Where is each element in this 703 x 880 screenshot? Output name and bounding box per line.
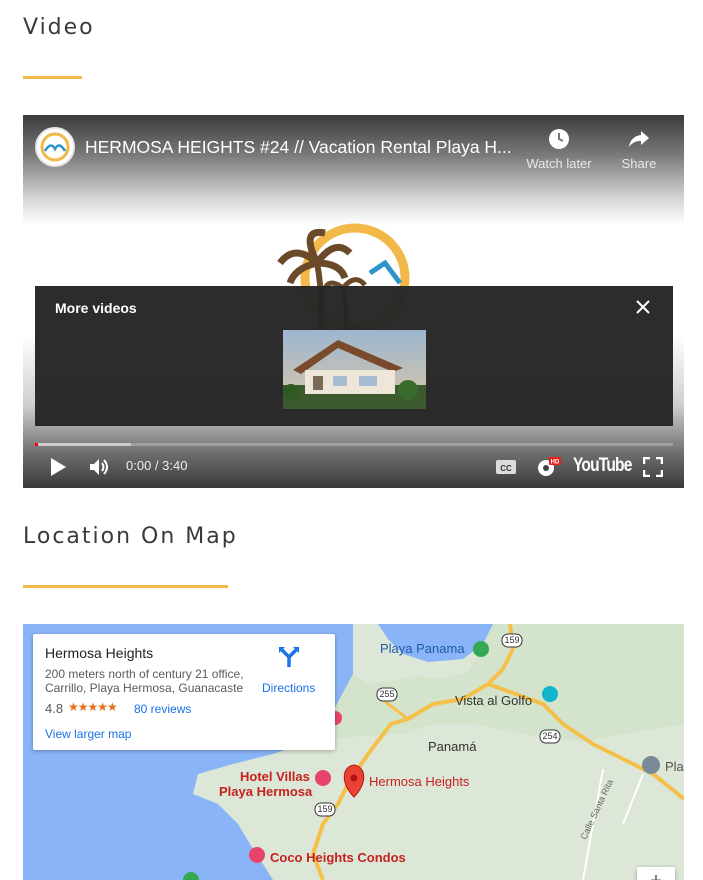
place-address: 200 meters north of century 21 office, C… xyxy=(45,667,244,695)
video-title[interactable]: HERMOSA HEIGHTS #24 // Vacation Rental P… xyxy=(85,137,512,158)
place-rating: 4.8 xyxy=(45,701,64,716)
road-shield-254: 254 xyxy=(542,731,558,741)
progress-bar[interactable] xyxy=(35,443,673,446)
directions-icon[interactable] xyxy=(278,646,300,668)
settings-hd-icon[interactable]: HD xyxy=(535,455,563,479)
road-shield-159: 159 xyxy=(504,635,520,645)
progress-buffered xyxy=(35,443,131,446)
more-videos-title: More videos xyxy=(55,300,137,316)
section-title-location: Location On Map xyxy=(23,524,238,549)
place-coco-heights[interactable]: Coco Heights Condos xyxy=(270,850,406,865)
place-info-card: Hermosa Heights 200 meters north of cent… xyxy=(33,634,335,750)
section-title-video: Video xyxy=(23,15,95,40)
road-shield-159: 159 xyxy=(317,804,333,814)
watch-later-label: Watch later xyxy=(526,156,592,171)
rating-stars: ★★★★★ xyxy=(68,700,118,714)
progress-played xyxy=(35,443,38,446)
place-pla[interactable]: Pla xyxy=(665,759,684,774)
place-name: Hermosa Heights xyxy=(45,645,154,661)
captions-icon[interactable]: CC xyxy=(495,458,517,476)
volume-icon[interactable] xyxy=(87,455,111,479)
clock-icon xyxy=(549,129,569,149)
zoom-in-button[interactable]: + xyxy=(637,867,675,880)
channel-avatar-icon[interactable] xyxy=(35,127,75,167)
place-hermosa-heights[interactable]: Hermosa Heights xyxy=(369,774,469,789)
watch-later-button[interactable]: Watch later xyxy=(519,127,599,171)
svg-text:CC: CC xyxy=(500,464,512,473)
place-vista-al-golfo[interactable]: Vista al Golfo xyxy=(455,693,532,708)
time-display: 0:00 / 3:40 xyxy=(126,458,188,473)
place-hotel-villas[interactable]: Hotel Villas xyxy=(240,769,310,784)
title-underline xyxy=(23,585,228,588)
road-shield-255: 255 xyxy=(379,689,395,699)
directions-link[interactable]: Directions xyxy=(262,681,315,695)
place-playa-panama[interactable]: Playa Panama xyxy=(380,641,465,656)
youtube-video-player[interactable]: HERMOSA HEIGHTS #24 // Vacation Rental P… xyxy=(23,115,684,488)
reviews-link[interactable]: 80 reviews xyxy=(134,702,191,716)
svg-text:HD: HD xyxy=(551,460,560,466)
video-thumbnail[interactable] xyxy=(283,330,426,409)
share-button[interactable]: Share xyxy=(599,127,679,171)
google-map[interactable]: Playa Panama Vista al Golfo Panamá Hermo… xyxy=(23,624,684,880)
play-icon[interactable] xyxy=(48,457,68,477)
place-hotel-villas-2[interactable]: Playa Hermosa xyxy=(219,784,312,799)
close-icon[interactable] xyxy=(635,299,651,315)
youtube-logo[interactable]: YouTube xyxy=(573,455,632,477)
share-icon xyxy=(629,131,649,147)
title-underline xyxy=(23,76,82,79)
place-panama: Panamá xyxy=(428,739,477,754)
fullscreen-icon[interactable] xyxy=(643,457,663,477)
view-larger-map-link[interactable]: View larger map xyxy=(45,727,131,741)
share-label: Share xyxy=(621,156,657,171)
more-videos-panel: More videos xyxy=(35,286,673,426)
